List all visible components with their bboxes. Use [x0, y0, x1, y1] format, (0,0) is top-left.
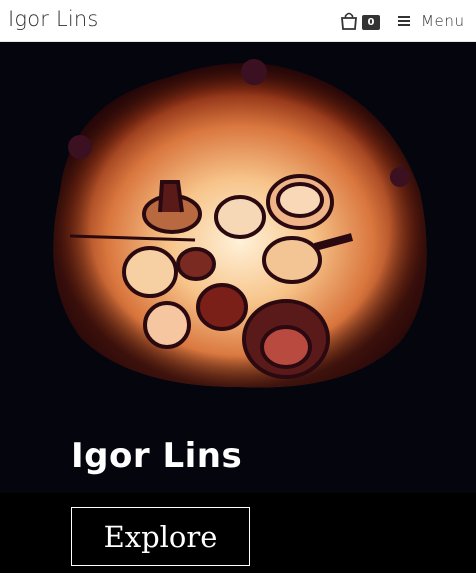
hero-section [0, 42, 476, 493]
hero-kiln-image [0, 42, 476, 493]
explore-button[interactable]: Explore [71, 507, 250, 566]
site-header: Igor Lins 0 Menu [0, 0, 476, 42]
cart-count-badge: 0 [362, 15, 380, 30]
hero-title: Igor Lins [71, 436, 243, 476]
shopping-bag-icon [341, 12, 357, 30]
cart-button[interactable]: 0 [340, 12, 382, 32]
menu-button[interactable]: Menu [398, 11, 465, 31]
site-title-link[interactable]: Igor Lins [8, 7, 99, 31]
menu-label: Menu [421, 12, 465, 30]
hamburger-icon [398, 16, 410, 26]
